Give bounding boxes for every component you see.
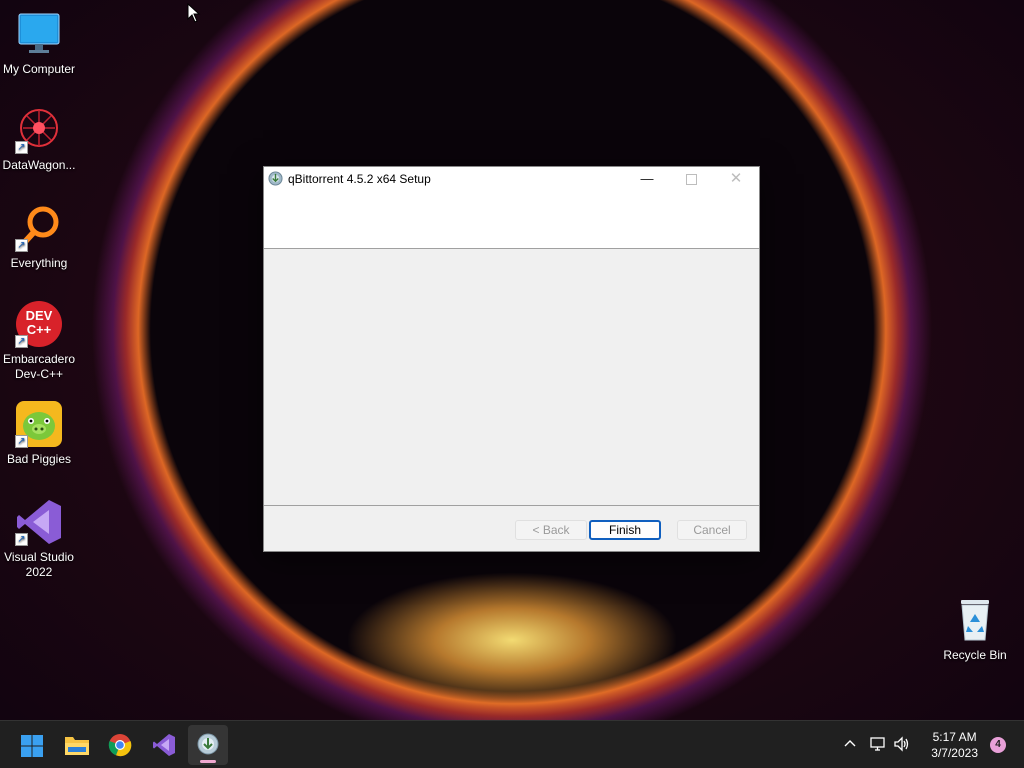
devcpp-icon: DEV C++ ↗ — [15, 300, 63, 348]
taskbar-file-explorer[interactable] — [56, 725, 96, 765]
speaker-icon — [894, 736, 909, 752]
datawagon-icon: ↗ — [15, 106, 63, 154]
chevron-up-icon — [844, 740, 856, 747]
clock-time: 5:17 AM — [932, 730, 977, 744]
monitor-icon — [15, 10, 63, 58]
close-icon: ✕ — [729, 170, 743, 187]
mouse-cursor-icon — [187, 3, 201, 23]
visual-studio-icon — [153, 734, 175, 756]
file-explorer-icon — [65, 737, 89, 755]
close-button: ✕ — [713, 167, 759, 191]
window-title: qBittorrent 4.5.2 x64 Setup — [288, 172, 431, 186]
desktop-icon-label: Recycle Bin — [943, 648, 1007, 662]
desktop-icon-recycle-bin[interactable]: Recycle Bin — [936, 596, 1014, 663]
qbittorrent-app-icon — [268, 171, 283, 186]
start-icon — [21, 735, 43, 757]
back-button: < Back — [515, 520, 587, 540]
window-titlebar[interactable]: qBittorrent 4.5.2 x64 Setup — ✕ — [264, 167, 759, 191]
taskbar-chrome[interactable] — [100, 725, 140, 765]
show-hidden-icons-button[interactable] — [842, 735, 860, 755]
setup-window[interactable]: qBittorrent 4.5.2 x64 Setup — ✕ < Back F… — [263, 166, 760, 552]
wizard-header-panel — [264, 191, 759, 249]
network-icon — [870, 737, 885, 751]
desktop-icon-label: Everything — [10, 256, 68, 270]
shortcut-arrow-icon: ↗ — [15, 533, 28, 546]
qbittorrent-setup-icon — [197, 733, 219, 755]
desktop-icon-label: Visual Studio 2022 — [4, 550, 74, 579]
notification-badge[interactable]: 4 — [990, 737, 1006, 753]
maximize-icon — [685, 174, 697, 186]
clock-date: 3/7/2023 — [931, 746, 978, 760]
shortcut-arrow-icon: ↗ — [15, 141, 28, 154]
finish-button[interactable]: Finish — [589, 520, 661, 540]
minimize-icon: — — [640, 171, 654, 186]
desktop-icon-everything[interactable]: ↗ Everything — [0, 204, 78, 271]
shortcut-arrow-icon: ↗ — [15, 435, 28, 448]
shortcut-arrow-icon: ↗ — [15, 335, 28, 348]
recycle-bin-icon — [951, 596, 999, 644]
desktop-icon-visual-studio[interactable]: ↗ Visual Studio 2022 — [0, 498, 78, 580]
taskbar-clock[interactable]: 5:17 AM 3/7/2023 — [931, 729, 978, 761]
chrome-icon — [108, 734, 132, 757]
visual-studio-icon: ↗ — [15, 498, 63, 546]
active-indicator — [200, 760, 216, 763]
start-button[interactable] — [12, 725, 52, 765]
taskbar: 5:17 AM 3/7/2023 4 — [0, 720, 1024, 768]
devcpp-logo-text: DEV C++ — [25, 308, 53, 337]
desktop-icon-label: Embarcadero Dev-C++ — [2, 352, 76, 381]
maximize-button — [668, 167, 714, 191]
desktop-icon-devcpp[interactable]: DEV C++ ↗ Embarcadero Dev-C++ — [0, 300, 78, 382]
desktop-icon-label: DataWagon... — [2, 158, 76, 172]
desktop-icon-bad-piggies[interactable]: ↗ Bad Piggies — [0, 400, 78, 467]
taskbar-qbittorrent-setup[interactable] — [188, 725, 228, 765]
desktop-icon-label: Bad Piggies — [6, 452, 72, 466]
desktop-icon-datawagon[interactable]: ↗ DataWagon... — [0, 106, 78, 173]
desktop-icon-my-computer[interactable]: My Computer — [0, 10, 78, 77]
cancel-button: Cancel — [677, 520, 747, 540]
minimize-button[interactable]: — — [624, 167, 670, 191]
volume-tray-button[interactable] — [893, 735, 913, 755]
shortcut-arrow-icon: ↗ — [15, 239, 28, 252]
bad-piggies-icon: ↗ — [15, 400, 63, 448]
search-magnifier-icon: ↗ — [15, 204, 63, 252]
wizard-content-panel — [264, 249, 759, 505]
taskbar-visual-studio[interactable] — [144, 725, 184, 765]
network-tray-button[interactable] — [869, 735, 889, 755]
desktop-icon-label: My Computer — [2, 62, 76, 76]
footer-divider — [264, 505, 759, 506]
